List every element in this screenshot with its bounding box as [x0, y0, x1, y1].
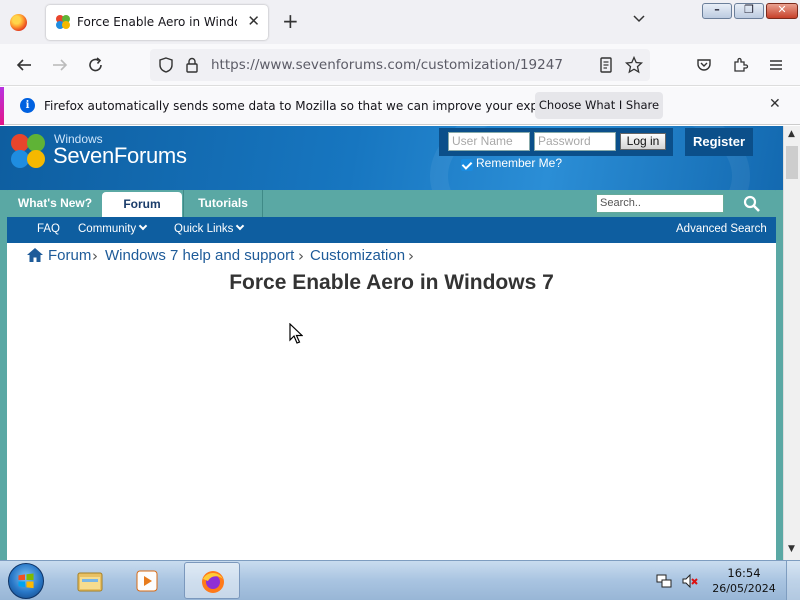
username-input[interactable]: User Name — [448, 132, 530, 151]
window-close-button[interactable]: ✕ — [766, 3, 798, 19]
remember-me-label: Remember Me? — [476, 156, 563, 170]
pocket-icon[interactable] — [694, 55, 714, 75]
show-desktop-button[interactable] — [786, 561, 800, 600]
register-button[interactable]: Register — [685, 128, 753, 156]
subnav-faq[interactable]: FAQ — [37, 223, 60, 235]
remember-me-checkbox[interactable] — [461, 159, 473, 171]
volume-muted-icon[interactable] — [682, 573, 698, 589]
main-content: Forum › Windows 7 help and support › Cus… — [7, 243, 776, 560]
login-box: User Name Password Log in — [439, 128, 673, 156]
search-icon[interactable] — [743, 195, 761, 213]
breadcrumb-separator-icon: › — [408, 247, 414, 265]
reload-icon[interactable] — [86, 55, 106, 75]
site-tabs-row: What's New? Forum Tutorials Search.. — [0, 190, 783, 217]
subnav-advanced-search[interactable]: Advanced Search — [676, 223, 767, 235]
data-collection-notification-bar: i Firefox automatically sends some data … — [0, 87, 800, 125]
folder-icon — [77, 572, 103, 592]
login-button[interactable]: Log in — [620, 133, 666, 150]
start-button[interactable] — [8, 563, 44, 599]
tab-forum[interactable]: Forum — [102, 192, 182, 217]
breadcrumb-separator-icon: › — [298, 247, 304, 265]
tracking-protection-shield-icon[interactable] — [156, 55, 176, 75]
browser-tab-strip: Force Enable Aero in Windows 7 ✕ + – ❐ ✕ — [0, 0, 800, 44]
chevron-down-icon — [236, 221, 245, 231]
site-search-input[interactable]: Search.. — [596, 194, 724, 213]
subnav-quick-links[interactable]: Quick Links — [174, 221, 245, 235]
notification-accent-stripe — [0, 87, 4, 125]
extensions-icon[interactable] — [730, 55, 750, 75]
back-icon[interactable] — [14, 55, 34, 75]
windows-logo-icon — [18, 573, 34, 589]
scroll-down-arrow-icon[interactable]: ▼ — [788, 544, 795, 554]
home-icon[interactable] — [27, 248, 43, 262]
chevron-down-icon — [138, 221, 148, 231]
scrollbar-thumb[interactable] — [786, 146, 798, 179]
breadcrumb-windows7-help[interactable]: Windows 7 help and support — [105, 247, 294, 264]
forward-icon[interactable] — [50, 55, 70, 75]
clock-date[interactable]: 26/05/2024 — [712, 582, 776, 595]
subnav-community-label: Community — [78, 223, 137, 235]
bookmark-star-icon[interactable] — [624, 55, 644, 75]
browser-tab[interactable]: Force Enable Aero in Windows 7 ✕ — [46, 5, 268, 40]
taskbar-media-player[interactable] — [120, 562, 176, 599]
forum-subnav: FAQ Community Quick Links Advanced Searc… — [7, 217, 776, 243]
window-maximize-button[interactable]: ❐ — [734, 3, 764, 19]
tab-tutorials[interactable]: Tutorials — [183, 190, 263, 217]
notification-close-icon[interactable]: ✕ — [769, 96, 781, 112]
password-input[interactable]: Password — [534, 132, 616, 151]
navigation-toolbar: https://www.sevenforums.com/customizatio… — [0, 44, 800, 86]
taskbar-firefox[interactable] — [184, 562, 240, 599]
network-icon[interactable] — [656, 573, 672, 589]
taskbar-file-explorer[interactable] — [62, 562, 118, 599]
firefox-icon[interactable] — [10, 14, 27, 31]
choose-what-i-share-button[interactable]: Choose What I Share — [535, 92, 663, 119]
tab-close-icon[interactable]: ✕ — [247, 12, 260, 30]
site-tabs-background: What's New? Forum Tutorials Search.. — [0, 190, 783, 217]
address-bar[interactable]: https://www.sevenforums.com/customizatio… — [150, 49, 650, 81]
subnav-quick-links-label: Quick Links — [174, 223, 234, 235]
window-minimize-button[interactable]: – — [702, 3, 732, 19]
breadcrumb-customization[interactable]: Customization — [310, 247, 405, 264]
mouse-cursor-icon — [289, 323, 303, 344]
clock-time[interactable]: 16:54 — [712, 566, 776, 580]
page-frame-right — [776, 190, 783, 560]
app-menu-icon[interactable] — [766, 55, 786, 75]
firefox-icon — [202, 571, 224, 593]
notification-text: Firefox automatically sends some data to… — [44, 99, 587, 113]
scroll-up-arrow-icon[interactable]: ▲ — [788, 129, 795, 139]
logo-sevenforums-text[interactable]: SevenForums — [53, 143, 187, 169]
list-all-tabs-icon[interactable] — [632, 13, 646, 25]
info-icon: i — [20, 98, 35, 113]
site-header: Windows SevenForums User Name Password L… — [0, 126, 783, 266]
web-page-viewport: Windows SevenForums User Name Password L… — [0, 126, 783, 560]
page-scrollbar[interactable]: ▲ ▼ — [783, 126, 800, 560]
url-text[interactable]: https://www.sevenforums.com/customizatio… — [211, 57, 563, 73]
page-title: Force Enable Aero in Windows 7 — [229, 271, 554, 294]
breadcrumb-separator-icon: › — [92, 247, 98, 265]
reader-view-icon[interactable] — [596, 55, 616, 75]
page-frame-left — [0, 190, 7, 560]
tab-whats-new[interactable]: What's New? — [10, 190, 100, 217]
tab-title: Force Enable Aero in Windows 7 — [77, 15, 237, 29]
new-tab-button[interactable]: + — [282, 9, 299, 33]
lock-icon[interactable] — [182, 55, 202, 75]
windows-flag-logo-icon[interactable] — [10, 132, 46, 170]
sevenforums-favicon-icon — [56, 15, 70, 29]
subnav-community[interactable]: Community — [78, 221, 148, 235]
media-player-icon — [136, 570, 158, 592]
windows-taskbar: 16:54 26/05/2024 — [0, 560, 800, 600]
breadcrumb-forum[interactable]: Forum — [48, 247, 91, 264]
